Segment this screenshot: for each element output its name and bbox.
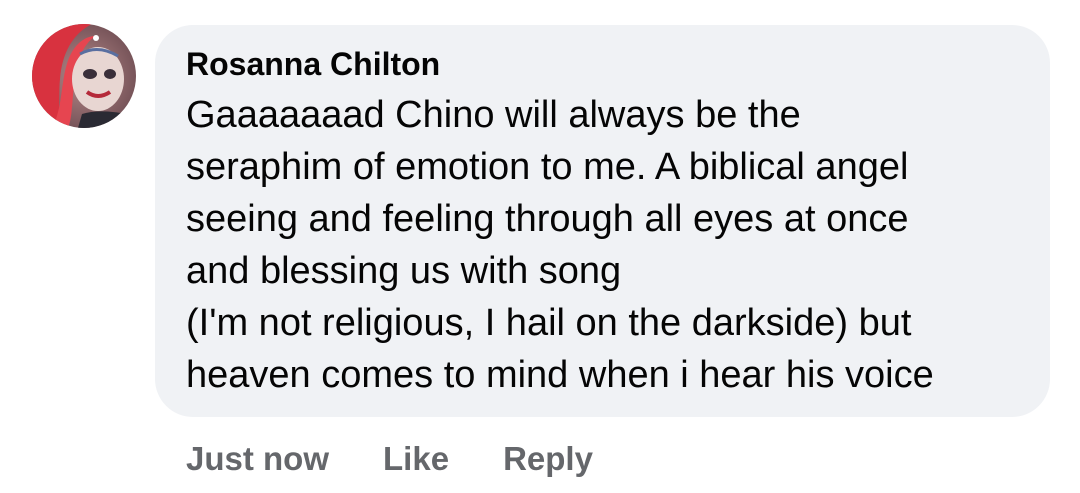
- comment-actions: Just now Like Reply: [186, 437, 593, 481]
- avatar-photo-icon: [32, 24, 136, 128]
- comment-text-line: (I'm not religious, I hail on the darksi…: [186, 302, 912, 344]
- like-button[interactable]: Like: [383, 440, 449, 478]
- comment-timestamp[interactable]: Just now: [186, 440, 329, 478]
- avatar[interactable]: [32, 24, 136, 128]
- comment-text-line: seraphim of emotion to me. A biblical an…: [186, 146, 909, 188]
- comment-author-name[interactable]: Rosanna Chilton: [186, 45, 1020, 83]
- comment-bubble: Rosanna Chilton Gaaaaaaad Chino will alw…: [155, 25, 1050, 417]
- comment-text: Gaaaaaaad Chino will always be the serap…: [186, 89, 1020, 401]
- comment-text-line: and blessing us with song: [186, 250, 622, 292]
- comment-text-line: heaven comes to mind when i hear his voi…: [186, 354, 934, 396]
- comment-text-line: Gaaaaaaad Chino will always be the: [186, 94, 801, 136]
- comment-text-line: seeing and feeling through all eyes at o…: [186, 198, 909, 240]
- reply-button[interactable]: Reply: [503, 440, 593, 478]
